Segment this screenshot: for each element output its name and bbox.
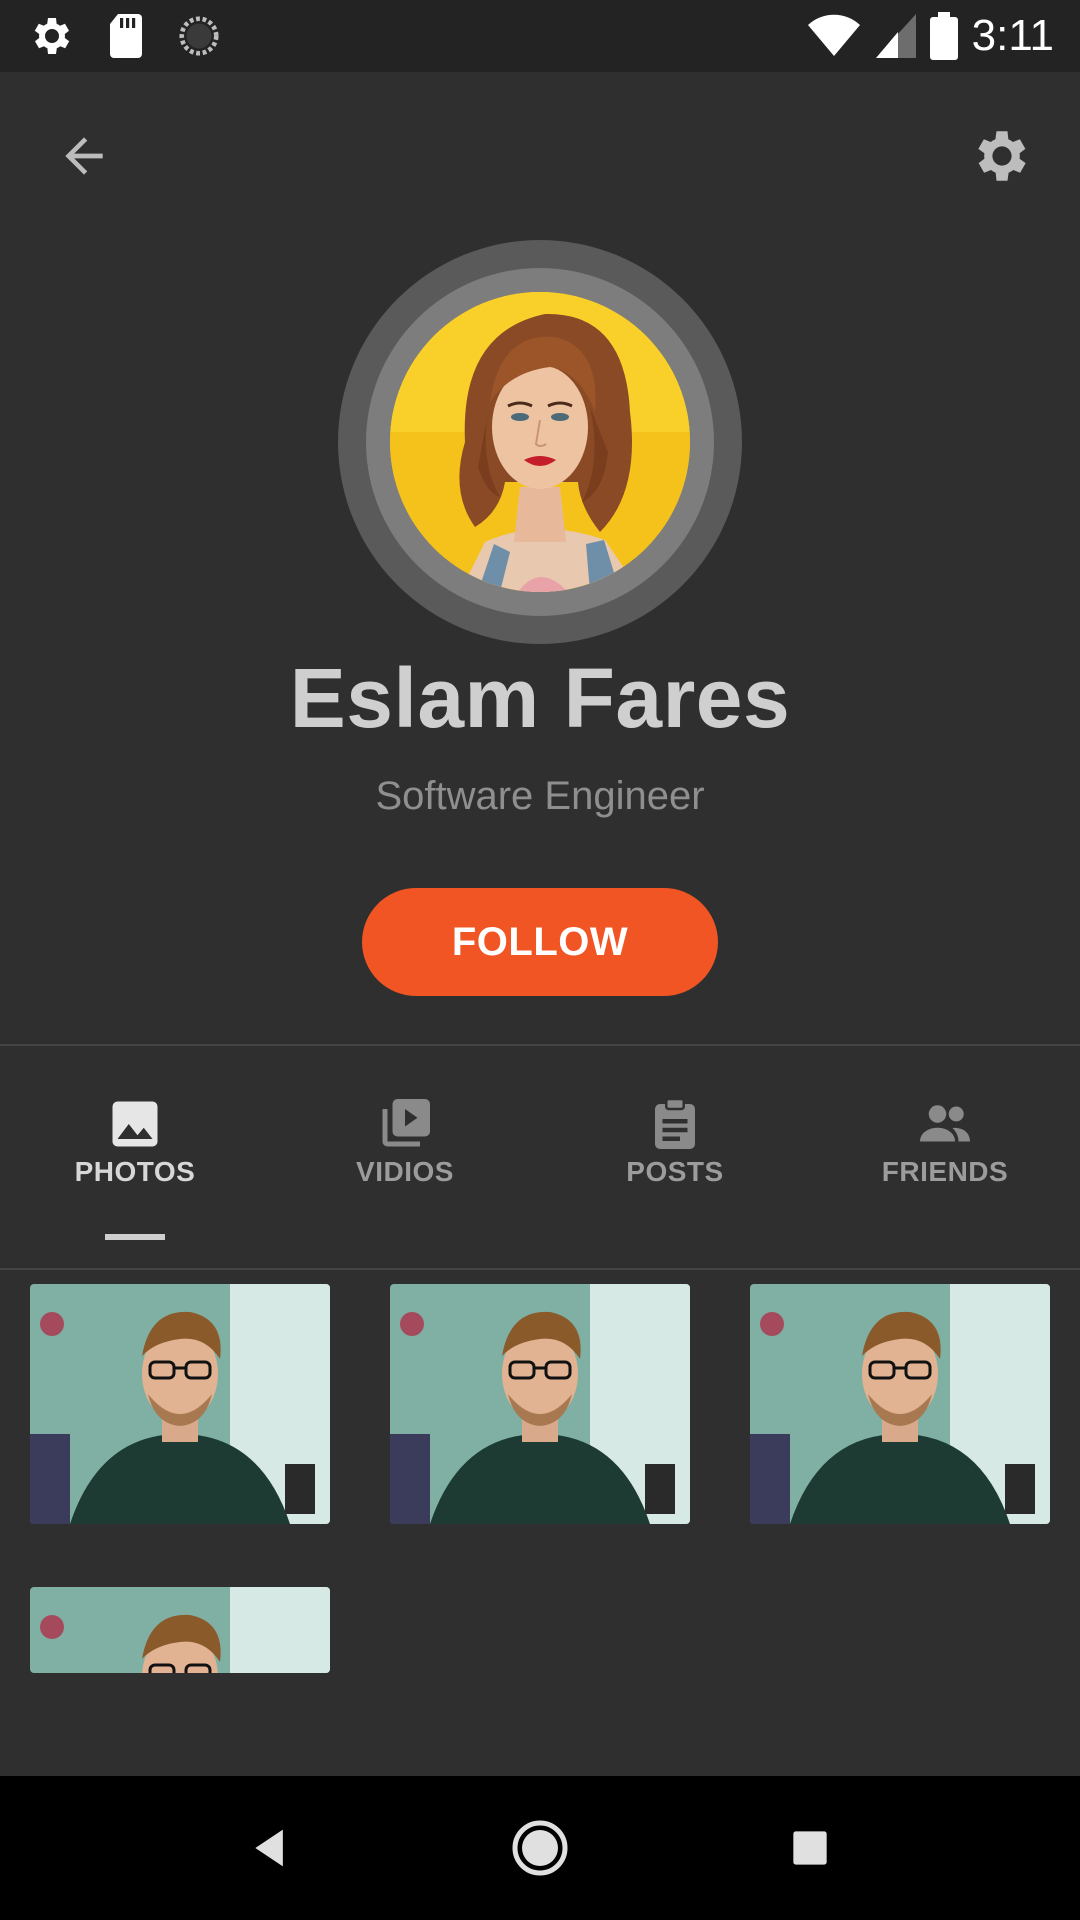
battery-icon xyxy=(929,12,958,60)
sync-icon xyxy=(179,16,219,56)
photo-thumbnail[interactable] xyxy=(750,1284,1050,1524)
clipboard-icon xyxy=(655,1097,695,1149)
status-bar: 3:11 xyxy=(0,0,1080,72)
tab-label-photos: PHOTOS xyxy=(74,1156,196,1187)
avatar-ring-inner xyxy=(366,268,714,616)
status-right-icons: 3:11 xyxy=(806,8,1054,64)
profile-name: Eslam Fares xyxy=(289,651,791,745)
nav-home-button[interactable] xyxy=(508,1816,572,1880)
tab-label-posts: POSTS xyxy=(626,1156,724,1187)
tab-icon-wrap xyxy=(0,1094,270,1154)
divider-tabs xyxy=(0,1268,1080,1270)
photo-image xyxy=(390,1284,690,1524)
back-button[interactable] xyxy=(48,120,120,192)
tab-active-indicator xyxy=(105,1234,165,1240)
status-time: 3:11 xyxy=(971,11,1054,60)
sd-card-icon xyxy=(110,14,142,58)
profile-screen: Eslam Fares Software Engineer FOLLOW PHO… xyxy=(0,72,1080,1776)
settings-button[interactable] xyxy=(966,120,1038,192)
photo-image xyxy=(30,1587,330,1673)
video-library-icon xyxy=(382,1099,430,1147)
nav-recents-button[interactable] xyxy=(778,1816,842,1880)
photo-thumbnail[interactable] xyxy=(390,1284,690,1524)
tab-label-videos: VIDIOS xyxy=(356,1156,454,1187)
tab-icon-wrap xyxy=(540,1094,810,1154)
photo-image xyxy=(750,1284,1050,1524)
tab-posts[interactable]: POSTS xyxy=(540,1046,810,1242)
wifi-icon xyxy=(807,14,860,57)
photo-image xyxy=(30,1284,330,1524)
tab-videos[interactable]: VIDIOS xyxy=(270,1046,540,1242)
tab-friends[interactable]: FRIENDS xyxy=(810,1046,1080,1242)
profile-tabs: PHOTOS VIDIOS POSTS FRIENDS xyxy=(0,1046,1080,1242)
photo-grid xyxy=(0,1284,1080,1704)
tab-icon-wrap xyxy=(810,1094,1080,1154)
people-icon xyxy=(920,1105,970,1142)
profile-subtitle: Software Engineer xyxy=(375,774,705,818)
avatar-ring-outer xyxy=(338,240,742,644)
avatar[interactable] xyxy=(390,292,690,592)
recents-square-icon xyxy=(793,1831,827,1865)
photo-thumbnail[interactable] xyxy=(30,1587,330,1673)
avatar-portrait-image xyxy=(390,292,690,592)
image-icon xyxy=(112,1101,158,1147)
arrow-back-icon xyxy=(65,137,103,175)
tab-photos[interactable]: PHOTOS xyxy=(0,1046,270,1242)
gear-icon xyxy=(978,131,1026,181)
follow-button[interactable]: FOLLOW xyxy=(362,888,718,996)
photo-thumbnail[interactable] xyxy=(30,1284,330,1524)
nav-back-button[interactable] xyxy=(238,1816,302,1880)
home-circle-icon xyxy=(512,1820,568,1876)
tab-label-friends: FRIENDS xyxy=(881,1156,1009,1187)
back-triangle-icon xyxy=(255,1829,283,1867)
gear-icon xyxy=(34,18,70,54)
system-nav-bar xyxy=(0,1776,1080,1920)
cell-signal-icon xyxy=(875,14,916,58)
status-left-icons xyxy=(28,12,222,60)
tab-icon-wrap xyxy=(270,1094,540,1154)
